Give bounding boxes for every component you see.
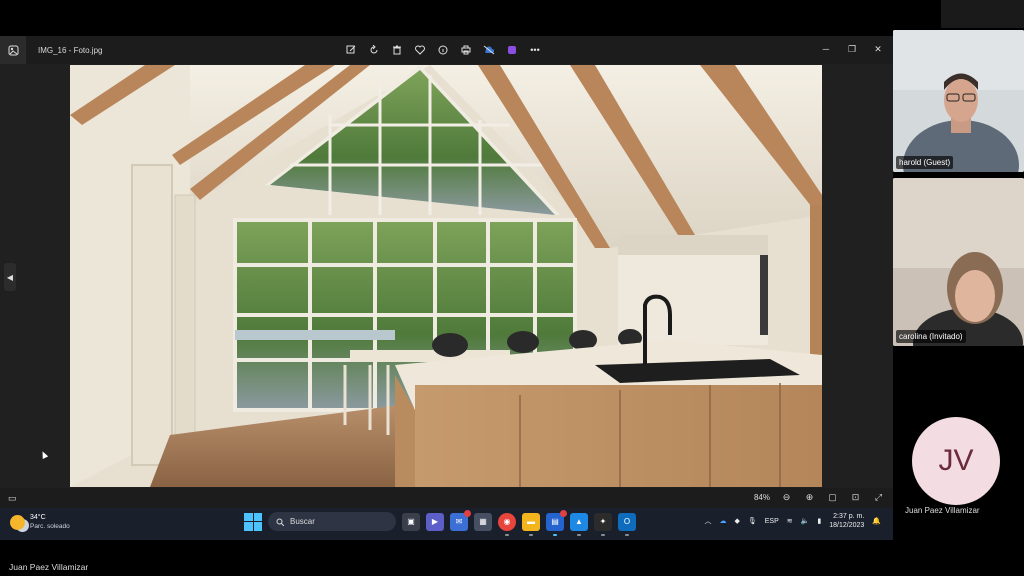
- maximize-icon[interactable]: ❐: [845, 42, 859, 56]
- partly-sunny-icon: [10, 514, 25, 530]
- clipchamp-icon[interactable]: [504, 42, 520, 58]
- photo-viewer: ◀: [0, 64, 893, 488]
- cloud-off-icon[interactable]: [481, 42, 497, 58]
- task-view-icon[interactable]: ▣: [402, 512, 420, 531]
- edit-icon[interactable]: [343, 42, 359, 58]
- notifications-icon[interactable]: 🔔: [872, 517, 881, 525]
- teams-chat-icon[interactable]: ▶: [426, 512, 444, 531]
- clock-date: 18/12/2023: [829, 522, 865, 529]
- participant-tile-harold[interactable]: harold (Guest): [893, 30, 1024, 172]
- taskbar-search[interactable]: Buscar: [268, 512, 396, 531]
- fullscreen-icon[interactable]: ⤢: [872, 491, 885, 504]
- file-explorer-icon[interactable]: ▬: [522, 512, 540, 536]
- file-name: IMG_16 - Foto.jpg: [38, 45, 103, 55]
- teams-meeting-icon[interactable]: ▤: [546, 509, 567, 536]
- close-icon[interactable]: ✕: [871, 42, 885, 56]
- wifi-icon[interactable]: ≋: [787, 517, 793, 525]
- previous-photo-button[interactable]: ◀: [4, 263, 16, 291]
- clock-time: 2:37 p. m.: [833, 513, 865, 520]
- weather-condition: Parc. soleado: [30, 523, 70, 530]
- print-icon[interactable]: [458, 42, 474, 58]
- participant-name-juan: Juan Paez Villamizar: [905, 506, 980, 515]
- zoom-in-icon[interactable]: ⊕: [803, 491, 816, 504]
- search-placeholder: Buscar: [290, 517, 315, 526]
- shared-screen: IMG_16 - Foto.jpg ••• ─ ❐ ✕ ◀ ▭ 84% ⊖ ⊕ …: [0, 36, 893, 540]
- photos-app-icon[interactable]: [0, 36, 26, 64]
- volume-icon[interactable]: 🔈: [801, 517, 810, 525]
- minimize-icon[interactable]: ─: [819, 42, 833, 56]
- participant-tile-carolina[interactable]: carolina (Invitado): [893, 178, 1024, 346]
- system-tray: ︿ ☁ ◆ 🎙 ESP ≋ 🔈 ▮ 2:37 p. m. 18/12/2023 …: [704, 512, 881, 530]
- acrobat-icon[interactable]: ✦: [594, 512, 612, 536]
- zoom-controls: 84% ⊖ ⊕ ▢ ⊡ ⤢: [754, 491, 885, 504]
- windows-taskbar: 34°C Parc. soleado Buscar ▣ ▶ ✉ ▦ ◉ ▬ ▤ …: [0, 508, 893, 540]
- presenter-name: Juan Paez Villamizar: [9, 562, 89, 572]
- participant-thumbnail-top: [941, 0, 1024, 28]
- avatar: JV: [912, 417, 1000, 505]
- microphone-icon[interactable]: 🎙: [748, 517, 757, 525]
- rotate-icon[interactable]: [366, 42, 382, 58]
- info-icon[interactable]: [435, 42, 451, 58]
- photo-toolbar: •••: [343, 42, 543, 58]
- outlook-icon[interactable]: O: [618, 512, 636, 536]
- photo-statusbar: ▭ 84% ⊖ ⊕ ▢ ⊡ ⤢: [0, 488, 893, 508]
- language-indicator[interactable]: ESP: [765, 518, 779, 525]
- weather-widget[interactable]: 34°C Parc. soleado: [10, 513, 70, 531]
- calculator-icon[interactable]: ▦: [474, 512, 492, 531]
- start-button[interactable]: [244, 512, 262, 531]
- favorite-icon[interactable]: [412, 42, 428, 58]
- search-icon: [276, 518, 284, 526]
- taskbar-apps: Buscar ▣ ▶ ✉ ▦ ◉ ▬ ▤ ▲ ✦ O: [244, 509, 636, 536]
- photos-titlebar: IMG_16 - Foto.jpg ••• ─ ❐ ✕: [0, 36, 893, 64]
- zoom-level: 84%: [753, 493, 770, 502]
- fit-to-window-icon[interactable]: ▢: [826, 491, 839, 504]
- battery-icon[interactable]: ▮: [817, 517, 821, 525]
- window-controls: ─ ❐ ✕: [819, 42, 885, 56]
- chevron-up-icon[interactable]: ︿: [704, 516, 711, 526]
- delete-icon[interactable]: [389, 42, 405, 58]
- chrome-icon[interactable]: ◉: [498, 512, 516, 536]
- participant-name-carolina: carolina (Invitado): [896, 330, 966, 343]
- more-icon[interactable]: •••: [527, 42, 543, 58]
- kitchen-rendering-photo: [70, 65, 822, 487]
- zoom-out-icon[interactable]: ⊖: [780, 491, 793, 504]
- photos-icon[interactable]: ▲: [570, 512, 588, 536]
- participant-name-harold: harold (Guest): [896, 156, 954, 169]
- actual-size-icon[interactable]: ⊡: [849, 491, 862, 504]
- onedrive-icon[interactable]: ☁: [719, 517, 726, 525]
- filmstrip-icon[interactable]: ▭: [8, 493, 17, 504]
- mouse-cursor: [39, 450, 49, 459]
- dropbox-icon[interactable]: ◆: [734, 517, 739, 525]
- participant-tile-juan[interactable]: JV Juan Paez Villamizar: [893, 352, 1024, 542]
- taskbar-clock[interactable]: 2:37 p. m. 18/12/2023: [829, 512, 864, 530]
- weather-temperature: 34°C: [30, 514, 46, 521]
- teams-work-icon[interactable]: ✉: [450, 509, 471, 531]
